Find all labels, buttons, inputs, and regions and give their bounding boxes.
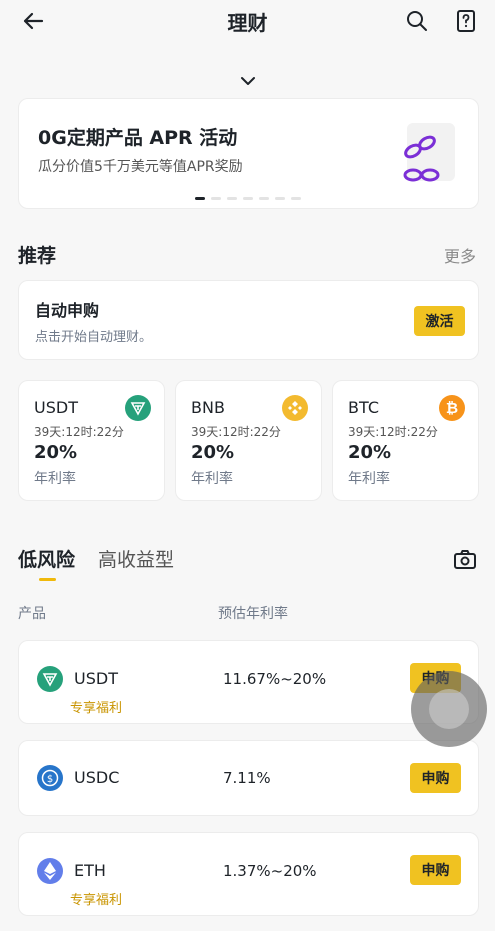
column-header-apr: 预估年利率 <box>218 606 288 622</box>
camera-icon[interactable] <box>452 546 478 572</box>
carousel-dot[interactable] <box>291 197 301 200</box>
bitcoin-icon: ₿ <box>439 395 465 421</box>
product-name: ETH <box>74 861 106 880</box>
card-asset-name: BTC <box>348 398 379 417</box>
usdc-icon: $ <box>37 765 63 791</box>
card-countdown: 39天:12时:22分 <box>34 425 124 439</box>
card-asset-name: BNB <box>191 398 225 417</box>
ethereum-icon <box>37 858 63 884</box>
recommend-card-btc[interactable]: BTC ₿ 39天:12时:22分 20% 年利率 <box>332 380 479 501</box>
card-rate: 20% <box>191 442 235 463</box>
product-name: USDT <box>74 669 118 688</box>
carousel-dot[interactable] <box>195 197 205 200</box>
chevron-down-icon[interactable] <box>235 70 261 92</box>
carousel-dot[interactable] <box>275 197 285 200</box>
auto-subscribe-card[interactable]: 自动申购 点击开始自动理财。 激活 <box>18 280 479 360</box>
tether-icon <box>125 395 151 421</box>
help-icon[interactable] <box>451 6 481 36</box>
subscribe-button[interactable]: 申购 <box>410 763 461 793</box>
product-name: USDC <box>74 768 120 787</box>
card-countdown: 39天:12时:22分 <box>348 425 438 439</box>
auto-subscribe-title: 自动申购 <box>35 301 100 320</box>
column-header-product: 产品 <box>18 606 46 622</box>
product-row-usdt[interactable]: USDT 11.67%~20% 专享福利 申购 <box>18 640 479 724</box>
touch-indicator <box>411 671 487 747</box>
tab-low-risk[interactable]: 低风险 <box>18 545 75 572</box>
top-bar: 理财 <box>0 0 495 44</box>
tab-high-yield[interactable]: 高收益型 <box>98 545 174 572</box>
more-link[interactable]: 更多 <box>444 243 476 267</box>
subscribe-button[interactable]: 申购 <box>410 855 461 885</box>
card-rate-label: 年利率 <box>348 471 390 487</box>
card-rate: 20% <box>34 442 78 463</box>
card-rate-label: 年利率 <box>34 471 76 487</box>
card-rate: 20% <box>348 442 392 463</box>
carousel-dot[interactable] <box>243 197 253 200</box>
banner-subtitle: 瓜分价值5千万美元等值APR奖励 <box>38 159 243 175</box>
card-asset-name: USDT <box>34 398 78 417</box>
svg-text:$: $ <box>47 774 53 785</box>
product-row-usdc[interactable]: $ USDC 7.11% 申购 <box>18 740 479 816</box>
carousel-dots[interactable] <box>195 197 301 200</box>
card-countdown: 39天:12时:22分 <box>191 425 281 439</box>
bnb-icon <box>282 395 308 421</box>
promo-banner[interactable]: 0G定期产品 APR 活动 瓜分价值5千万美元等值APR奖励 <box>18 98 479 209</box>
activate-button[interactable]: 激活 <box>414 306 465 336</box>
product-apr: 7.11% <box>223 769 271 787</box>
auto-subscribe-subtitle: 点击开始自动理财。 <box>35 330 153 345</box>
touch-indicator-inner <box>429 689 469 729</box>
tab-indicator <box>39 578 56 581</box>
carousel-dot[interactable] <box>227 197 237 200</box>
carousel-dot[interactable] <box>211 197 221 200</box>
tether-icon <box>37 666 63 692</box>
carousel-dot[interactable] <box>259 197 269 200</box>
product-tag: 专享福利 <box>70 893 123 908</box>
banner-title: 0G定期产品 APR 活动 <box>38 127 238 149</box>
search-icon[interactable] <box>402 6 432 36</box>
chain-link-icon <box>387 113 465 191</box>
recommend-card-bnb[interactable]: BNB 39天:12时:22分 20% 年利率 <box>175 380 322 501</box>
product-tag: 专享福利 <box>70 701 123 716</box>
product-apr: 1.37%~20% <box>223 862 317 880</box>
product-apr: 11.67%~20% <box>223 670 327 688</box>
card-rate-label: 年利率 <box>191 471 233 487</box>
section-title-recommend: 推荐 <box>18 245 57 267</box>
recommend-card-usdt[interactable]: USDT 39天:12时:22分 20% 年利率 <box>18 380 165 501</box>
product-row-eth[interactable]: ETH 1.37%~20% 专享福利 申购 <box>18 832 479 916</box>
